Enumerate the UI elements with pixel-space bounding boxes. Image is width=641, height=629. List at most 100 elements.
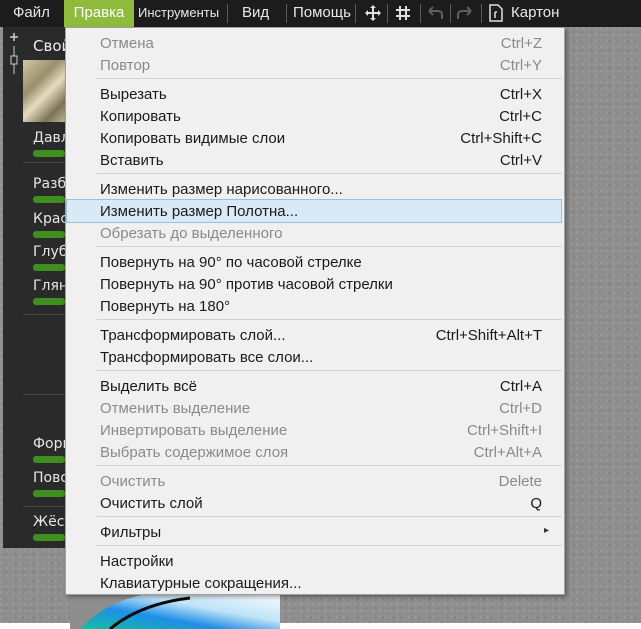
menu-item-shortcut: Ctrl+A — [499, 378, 542, 395]
menu-item-rotate-cw[interactable]: Повернуть на 90° по часовой стрелке — [67, 251, 561, 273]
menu-separator — [450, 4, 451, 23]
menu-item-label: Настройки — [100, 553, 174, 570]
menu-item-shortcut: Ctrl+Z — [500, 35, 542, 52]
menu-item-label: Повтор — [100, 57, 151, 74]
panel-divider — [23, 162, 65, 163]
menu-item-label: Очистить — [100, 473, 166, 490]
menu-item-resize-canvas[interactable]: Изменить размер Полотна... — [66, 199, 562, 223]
panel-divider — [23, 506, 65, 507]
menu-item-deselect[interactable]: Отменить выделение Ctrl+D — [67, 397, 561, 419]
menu-item-shortcut: Ctrl+D — [499, 400, 542, 417]
menu-item-copy-visible[interactable]: Копировать видимые слои Ctrl+Shift+C — [67, 127, 561, 149]
menu-item-shortcut: Ctrl+Alt+A — [473, 444, 542, 461]
menu-tools[interactable]: Инструменты — [134, 0, 223, 27]
menu-item-undo[interactable]: Отмена Ctrl+Z — [67, 32, 561, 54]
edit-menu-dropdown: Отмена Ctrl+Z Повтор Ctrl+Y Вырезать Ctr… — [65, 27, 565, 595]
prop-label-thinners: Разбавление — [33, 176, 65, 192]
menu-separator — [97, 319, 562, 320]
menu-item-label: Очистить слой — [100, 495, 203, 512]
menu-item-label: Копировать видимые слои — [100, 130, 286, 147]
menu-separator — [97, 516, 562, 517]
panel-divider — [23, 394, 65, 395]
document-icon[interactable] — [486, 0, 506, 27]
menu-item-label: Изменить размер нарисованного... — [100, 181, 343, 198]
menu-item-select-layer-contents[interactable]: Выбрать содержимое слоя Ctrl+Alt+A — [67, 441, 561, 463]
grid-icon[interactable] — [392, 0, 414, 27]
menu-item-label: Повернуть на 90° по часовой стрелке — [100, 254, 362, 271]
menu-separator — [97, 465, 562, 466]
menu-bar: Файл Правка Инструменты Вид Помощь Карто… — [0, 0, 641, 27]
menu-item-shortcut: Delete — [498, 473, 542, 490]
menu-item-paste[interactable]: Вставить Ctrl+V — [67, 149, 561, 171]
menu-separator — [97, 545, 562, 546]
menu-item-shortcut: Ctrl+C — [499, 108, 542, 125]
prop-label-shape: Форма — [33, 436, 65, 452]
rotation-slider[interactable] — [33, 490, 65, 497]
menu-item-clear[interactable]: Очистить Delete — [67, 470, 561, 492]
menu-item-crop-selection[interactable]: Обрезать до выделенного — [67, 222, 561, 244]
menu-item-select-all[interactable]: Выделить всё Ctrl+A — [67, 375, 561, 397]
panel-pin-icon[interactable] — [6, 30, 22, 80]
menu-separator — [387, 4, 388, 23]
menu-separator — [481, 4, 482, 23]
menu-item-copy[interactable]: Копировать Ctrl+C — [67, 105, 561, 127]
menu-item-resize-painting[interactable]: Изменить размер нарисованного... — [67, 178, 561, 200]
menu-item-label: Вырезать — [100, 86, 167, 103]
menu-item-keyboard-shortcuts[interactable]: Клавиатурные сокращения... — [67, 572, 561, 594]
menu-item-rotate-180[interactable]: Повернуть на 180° — [67, 295, 561, 317]
menu-item-transform-layer[interactable]: Трансформировать слой... Ctrl+Shift+Alt+… — [67, 324, 561, 346]
menu-separator — [97, 78, 562, 79]
document-title: Картон — [511, 4, 560, 21]
menu-file[interactable]: Файл — [9, 0, 54, 27]
thinners-slider[interactable] — [33, 196, 65, 203]
menu-edit[interactable]: Правка — [64, 0, 134, 27]
menu-item-redo[interactable]: Повтор Ctrl+Y — [67, 54, 561, 76]
move-icon[interactable] — [362, 0, 384, 27]
menu-separator — [97, 246, 562, 247]
pressure-slider[interactable] — [33, 150, 65, 157]
menu-item-clear-layer[interactable]: Очистить слой Q — [67, 492, 561, 514]
menu-item-label: Выделить всё — [100, 378, 198, 395]
canvas-artwork — [70, 592, 280, 629]
menu-item-cut[interactable]: Вырезать Ctrl+X — [67, 83, 561, 105]
menu-item-label: Клавиатурные сокращения... — [100, 575, 302, 592]
menu-help[interactable]: Помощь — [289, 0, 355, 27]
prop-label-stiffness: Жёсткость — [33, 514, 65, 530]
undo-icon[interactable] — [424, 0, 446, 27]
menu-item-label: Изменить размер Полотна... — [100, 203, 299, 220]
stiffness-slider[interactable] — [33, 534, 65, 541]
menu-item-invert-selection[interactable]: Инвертировать выделение Ctrl+Shift+I — [67, 419, 561, 441]
menu-item-label: Копировать — [100, 108, 181, 125]
menu-item-transform-all[interactable]: Трансформировать все слои... — [67, 346, 561, 368]
menu-separator — [420, 4, 421, 23]
menu-view[interactable]: Вид — [238, 0, 273, 27]
panel-divider — [23, 314, 65, 315]
shape-slider[interactable] — [33, 456, 65, 463]
menu-item-settings[interactable]: Настройки — [67, 550, 561, 572]
gloss-slider[interactable] — [33, 298, 65, 305]
menu-item-rotate-ccw[interactable]: Повернуть на 90° против часовой стрелки — [67, 273, 561, 295]
depth-slider[interactable] — [33, 264, 65, 271]
menu-separator — [227, 4, 228, 23]
menu-separator — [286, 4, 287, 23]
redo-icon[interactable] — [454, 0, 476, 27]
menu-item-shortcut: Ctrl+Shift+Alt+T — [435, 327, 542, 344]
prop-label-rotation: Поворот — [33, 470, 65, 486]
menu-item-label: Вставить — [100, 152, 164, 169]
properties-title: Свойства — [33, 37, 65, 55]
loading-slider[interactable] — [33, 231, 65, 238]
menu-separator — [97, 173, 562, 174]
menu-item-shortcut: Q — [530, 495, 542, 512]
menu-item-label: Отмена — [100, 35, 154, 52]
menu-item-label: Инвертировать выделение — [100, 422, 288, 439]
menu-item-label: Обрезать до выделенного — [100, 225, 283, 242]
prop-label-loading: Краска — [33, 211, 65, 227]
menu-item-label: Отменить выделение — [100, 400, 251, 417]
menu-item-shortcut: Ctrl+Shift+C — [460, 130, 542, 147]
menu-item-label: Повернуть на 90° против часовой стрелки — [100, 276, 393, 293]
brush-thumbnail[interactable] — [23, 60, 65, 122]
menu-item-filters[interactable]: Фильтры ▸ — [67, 521, 561, 543]
prop-label-depth: Глубина — [33, 244, 65, 260]
menu-separator — [97, 370, 562, 371]
menu-item-label: Трансформировать все слои... — [100, 349, 314, 366]
